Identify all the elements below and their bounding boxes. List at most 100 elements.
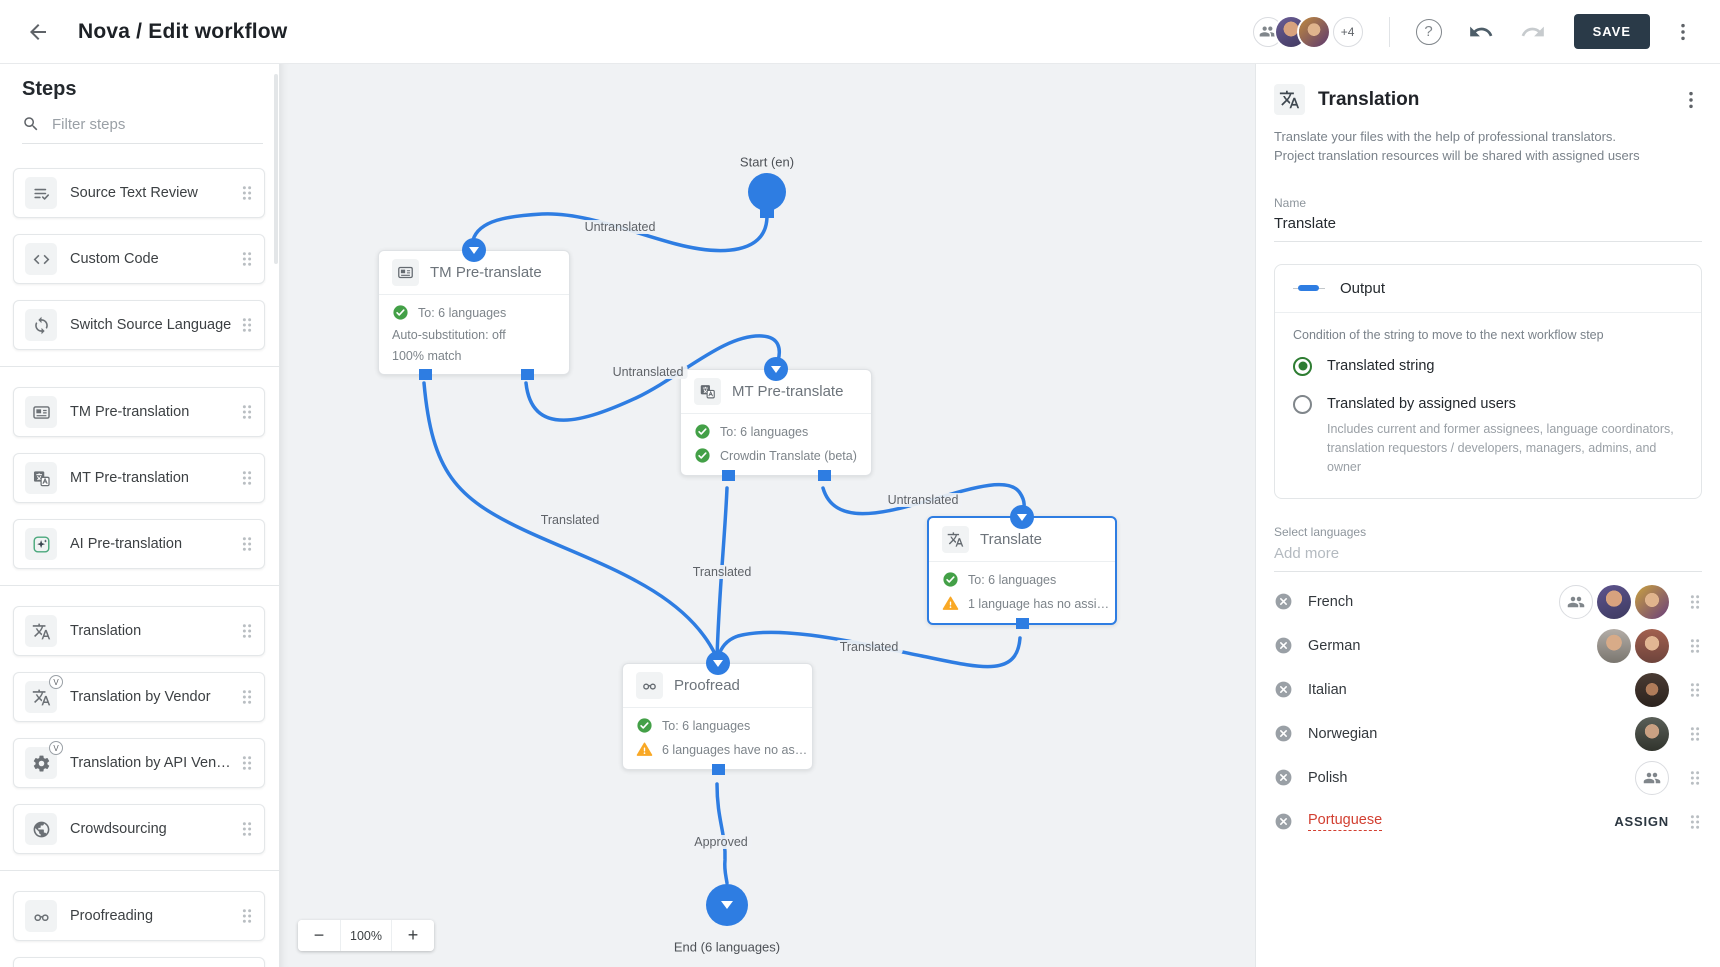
assignee-avatar[interactable] [1635, 629, 1669, 663]
sidebar-title: Steps [22, 78, 279, 101]
zoom-in-button[interactable]: + [392, 920, 434, 951]
edge-label-translated: Translated [689, 565, 756, 579]
radio-translated-by-assigned[interactable]: Translated by assigned users [1293, 395, 1683, 414]
name-input[interactable] [1274, 210, 1702, 242]
drag-handle-icon[interactable] [240, 820, 254, 838]
remove-language-icon[interactable] [1274, 812, 1293, 831]
sidebar-step-partial[interactable] [13, 957, 265, 967]
drag-handle-icon[interactable] [240, 469, 254, 487]
save-button[interactable]: SAVE [1574, 14, 1650, 49]
start-node[interactable] [748, 173, 786, 211]
sidebar-step-tm-pre-translation[interactable]: TM Pre-translation [13, 387, 265, 437]
assignee-avatar[interactable] [1597, 585, 1631, 619]
team-avatar[interactable] [1559, 585, 1593, 619]
end-node[interactable] [706, 884, 748, 926]
radio-translated-string[interactable]: Translated string [1293, 357, 1683, 376]
language-row-norwegian: Norwegian [1274, 712, 1702, 756]
language-row-french: French [1274, 580, 1702, 624]
filter-steps-field[interactable] [22, 115, 263, 144]
sidebar-step-proofreading[interactable]: Proofreading [13, 891, 265, 941]
output-connector[interactable] [419, 369, 432, 380]
top-bar: Nova / Edit workflow +4 ? SAVE [0, 0, 1720, 64]
avatar[interactable] [1299, 17, 1329, 47]
language-name: Norwegian [1308, 726, 1377, 742]
edge-proofread-end [717, 784, 727, 883]
output-connector[interactable] [521, 369, 534, 380]
drag-handle-icon[interactable] [240, 622, 254, 640]
drag-handle-icon[interactable] [240, 688, 254, 706]
sidebar-step-translation-by-api-vendor[interactable]: V Translation by API Ven… [13, 738, 265, 788]
drag-handle-icon[interactable] [240, 316, 254, 334]
step-label: Custom Code [70, 251, 240, 267]
sidebar-step-source-text-review[interactable]: Source Text Review [13, 168, 265, 218]
group-divider [0, 585, 279, 586]
output-connector[interactable] [722, 470, 735, 481]
drag-handle-icon[interactable] [1688, 725, 1702, 743]
assignee-avatar[interactable] [1635, 585, 1669, 619]
drag-handle-icon[interactable] [240, 907, 254, 925]
remove-language-icon[interactable] [1274, 636, 1293, 655]
more-collaborators-badge[interactable]: +4 [1333, 17, 1363, 47]
input-connector[interactable] [706, 651, 730, 675]
assignee-avatar[interactable] [1597, 629, 1631, 663]
sidebar-step-crowdsourcing[interactable]: Crowdsourcing [13, 804, 265, 854]
warning-icon [636, 741, 653, 758]
steps-list: Source Text Review Custom Code Switch So… [0, 168, 279, 967]
input-connector[interactable] [462, 238, 486, 262]
output-connector[interactable] [712, 764, 725, 775]
undo-icon[interactable] [1468, 19, 1494, 45]
steps-sidebar: Steps Source Text Review Custom Code Swi… [0, 64, 280, 967]
assignee-avatar[interactable] [1635, 717, 1669, 751]
node-proofread[interactable]: Proofread To: 6 languages 6 languages ha… [622, 663, 813, 770]
sidebar-step-translation[interactable]: Translation [13, 606, 265, 656]
assign-button[interactable]: ASSIGN [1614, 814, 1669, 829]
drag-handle-icon[interactable] [1688, 681, 1702, 699]
node-translate[interactable]: Translate To: 6 languages 1 language has… [927, 516, 1117, 625]
drag-handle-icon[interactable] [1688, 637, 1702, 655]
node-title: TM Pre-translate [430, 264, 542, 281]
language-row-polish: Polish [1274, 756, 1702, 800]
sidebar-step-translation-by-vendor[interactable]: V Translation by Vendor [13, 672, 265, 722]
sidebar-step-switch-source-language[interactable]: Switch Source Language [13, 300, 265, 350]
output-connector[interactable] [818, 470, 831, 481]
node-tm-pre-translate[interactable]: TM Pre-translate To: 6 languages Auto-su… [378, 250, 570, 375]
sidebar-step-custom-code[interactable]: Custom Code [13, 234, 265, 284]
drag-handle-icon[interactable] [240, 403, 254, 421]
radio-selected-icon[interactable] [1293, 357, 1312, 376]
zoom-out-button[interactable]: − [298, 920, 340, 951]
back-icon[interactable] [26, 20, 50, 44]
ai-sparkle-icon [25, 528, 57, 560]
output-connector[interactable] [1016, 618, 1029, 629]
radio-unselected-icon[interactable] [1293, 395, 1312, 414]
panel-options-icon[interactable] [1680, 89, 1702, 111]
more-options-icon[interactable] [1672, 21, 1694, 43]
drag-handle-icon[interactable] [240, 754, 254, 772]
drag-handle-icon[interactable] [1688, 769, 1702, 787]
node-title: Translate [980, 531, 1042, 548]
assignee-avatar[interactable] [1635, 673, 1669, 707]
sidebar-scrollbar[interactable] [274, 74, 278, 264]
workflow-canvas[interactable]: Untranslated Untranslated Untranslated T… [280, 64, 1255, 967]
remove-language-icon[interactable] [1274, 724, 1293, 743]
drag-handle-icon[interactable] [240, 535, 254, 553]
input-connector[interactable] [1010, 505, 1034, 529]
drag-handle-icon[interactable] [240, 250, 254, 268]
node-mt-pre-translate[interactable]: MT Pre-translate To: 6 languages Crowdin… [680, 369, 872, 476]
drag-handle-icon[interactable] [1688, 813, 1702, 831]
remove-language-icon[interactable] [1274, 768, 1293, 787]
help-icon[interactable]: ? [1416, 19, 1442, 45]
sidebar-step-mt-pre-translation[interactable]: MT Pre-translation [13, 453, 265, 503]
input-connector[interactable] [764, 357, 788, 381]
remove-language-icon[interactable] [1274, 680, 1293, 699]
language-name: Polish [1308, 770, 1348, 786]
add-language-input[interactable] [1274, 539, 1702, 572]
drag-handle-icon[interactable] [240, 184, 254, 202]
glasses-icon [636, 672, 663, 699]
check-icon [694, 423, 711, 440]
filter-steps-input[interactable] [52, 116, 263, 133]
team-avatar[interactable] [1635, 761, 1669, 795]
drag-handle-icon[interactable] [1688, 593, 1702, 611]
sidebar-step-ai-pre-translation[interactable]: AI Pre-translation [13, 519, 265, 569]
redo-icon[interactable] [1520, 19, 1546, 45]
remove-language-icon[interactable] [1274, 592, 1293, 611]
